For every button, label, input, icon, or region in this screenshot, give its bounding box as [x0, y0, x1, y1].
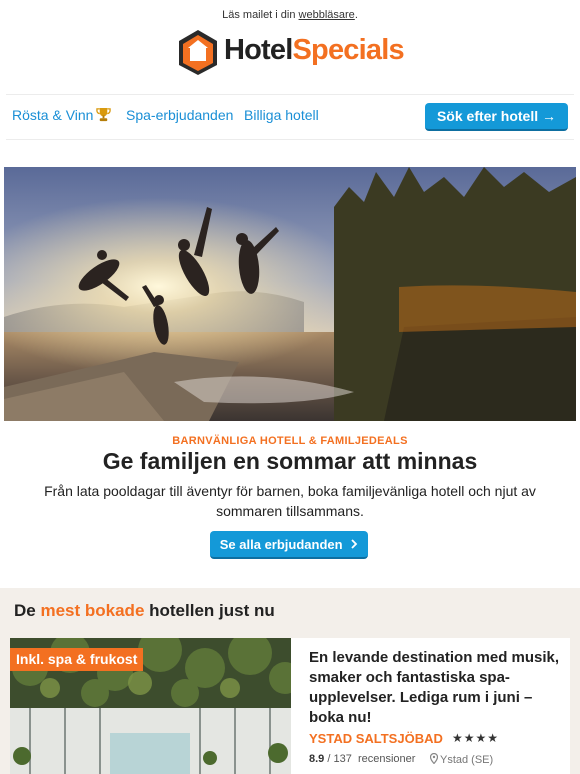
nav-link-rosta-vinn[interactable]: Rösta & Vinn	[12, 107, 112, 123]
package-badge: Inkl. spa & frukost	[10, 648, 144, 671]
hero-body-text: Från lata pooldagar till äventyr för bar…	[44, 483, 536, 519]
star-rating: ★★★★	[452, 731, 500, 745]
chevron-right-icon	[351, 539, 358, 549]
view-in-browser-link[interactable]: webbläsare	[299, 9, 355, 21]
hotelspecials-logo[interactable]: HotelSpecials	[176, 28, 406, 76]
nav-link-spa-erbjudanden[interactable]: Spa-erbjudanden	[126, 107, 233, 123]
preheader-suffix: .	[354, 9, 358, 21]
nav-link-billiga-hotell[interactable]: Billiga hotell	[244, 107, 319, 123]
rating-score: 8.9	[309, 753, 325, 765]
hero-photo	[4, 167, 576, 421]
logo-word-hotel: Hotel	[224, 34, 293, 66]
review-rating: 8.9 / 137 recensioner	[309, 753, 415, 765]
preheader: Läs mailet i din webbläsare.	[0, 9, 580, 21]
review-count: 137	[333, 753, 352, 765]
reviews-label: recensioner	[357, 753, 416, 765]
search-hotels-button[interactable]: Sök efter hotell →	[424, 103, 568, 131]
section-title-suffix: hotellen just nu	[144, 601, 275, 620]
section-title: De mest bokade hotellen just nu	[14, 601, 275, 621]
top-nav: Rösta & Vinn Spa-erbjudanden Billiga hot…	[6, 94, 574, 140]
preheader-text: Läs mailet i din	[222, 9, 299, 21]
hotel-card-title[interactable]: En levande destination med musik, smaker…	[309, 648, 564, 728]
house-logo-icon	[179, 30, 217, 75]
hero-eyebrow: BARNVÄNLIGA HOTELL & FAMILJEDEALS	[172, 435, 408, 447]
hero-image[interactable]	[4, 167, 576, 421]
cta-label: Se alla erbjudanden	[219, 537, 343, 552]
logo-wordmark: HotelSpecials	[224, 34, 405, 67]
hotel-image[interactable]: Inkl. spa & frukost	[10, 638, 291, 774]
location-label: Ystad (SE)	[440, 754, 494, 766]
logo-word-specials: Specials	[292, 34, 405, 66]
hotel-name[interactable]: YSTAD SALTSJÖBAD	[309, 731, 443, 746]
map-pin-icon	[430, 753, 438, 764]
nav-link-label: Rösta & Vinn	[12, 107, 94, 123]
see-all-offers-button[interactable]: Se alla erbjudanden	[210, 531, 368, 559]
section-title-prefix: De	[14, 601, 41, 620]
trophy-icon	[96, 107, 112, 122]
hotel-location: Ystad (SE)	[430, 753, 493, 766]
hero-headline: Ge familjen en sommar att minnas	[102, 448, 478, 474]
section-title-highlight: mest bokade	[40, 601, 145, 620]
